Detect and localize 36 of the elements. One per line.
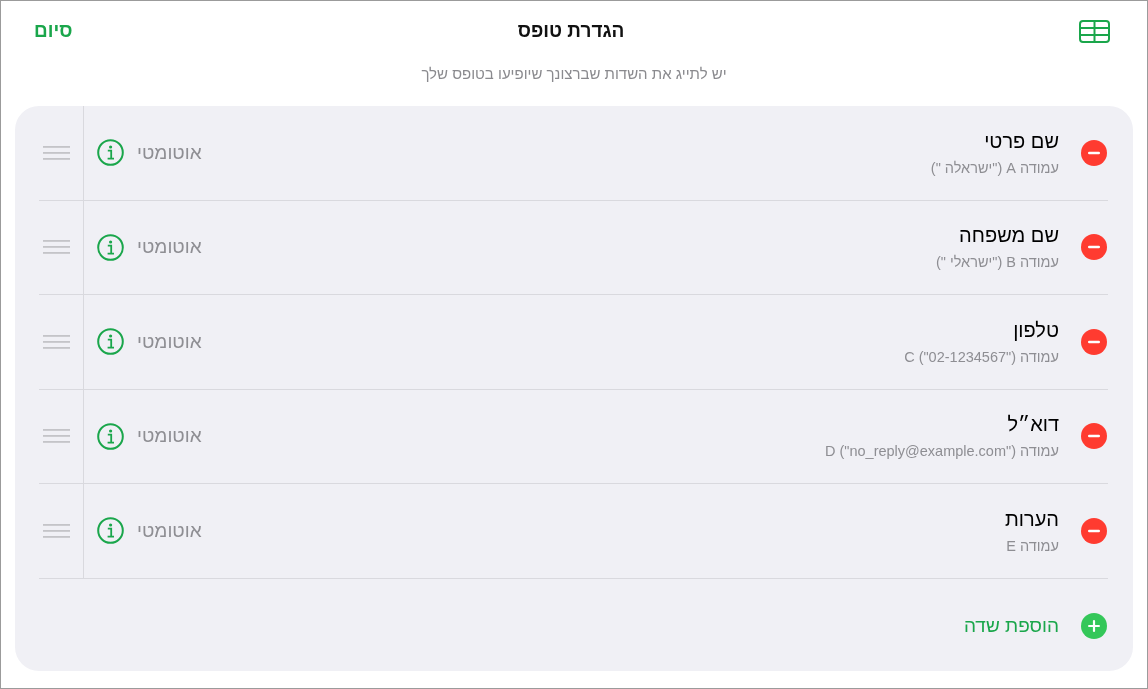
drag-handle-icon[interactable] bbox=[43, 240, 70, 255]
info-icon[interactable] bbox=[97, 422, 124, 450]
field-name: הערות bbox=[1005, 506, 1059, 531]
field-name: דוא״ל bbox=[1007, 412, 1059, 437]
table-icon[interactable] bbox=[1079, 19, 1110, 43]
field-format: אוטומטי bbox=[137, 330, 202, 353]
field-name: טלפון bbox=[1013, 317, 1059, 342]
field-column: עמודה B ("ישראלי ") bbox=[935, 253, 1059, 272]
drag-handle-icon[interactable] bbox=[43, 523, 70, 538]
drag-handle-icon[interactable] bbox=[43, 145, 70, 160]
minus-circle-icon[interactable] bbox=[1081, 328, 1107, 355]
info-icon[interactable] bbox=[97, 328, 124, 356]
field-column: עמודה C ("02-1234567") bbox=[904, 347, 1059, 366]
drag-handle-icon[interactable] bbox=[43, 334, 70, 349]
minus-circle-icon[interactable] bbox=[1081, 234, 1107, 261]
info-icon[interactable] bbox=[97, 139, 124, 167]
done-button[interactable]: סיום bbox=[32, 20, 75, 42]
minus-circle-icon[interactable] bbox=[1081, 423, 1107, 450]
field-format: אוטומטי bbox=[137, 519, 202, 542]
field-format: אוטומטי bbox=[137, 141, 202, 164]
field-format: אוטומטי bbox=[137, 425, 202, 448]
field-column: עמודה E bbox=[1006, 536, 1059, 555]
minus-circle-icon[interactable] bbox=[1081, 517, 1107, 544]
info-icon[interactable] bbox=[97, 517, 124, 545]
field-column: עמודה A ("ישראלה ") bbox=[930, 158, 1059, 177]
field-column: עמודה D ("no_reply@example.com") bbox=[824, 442, 1059, 461]
form-subtitle: יש לתייג את השדות שברצונך שיופיעו בטופס שלך bbox=[420, 64, 728, 84]
add-field-button[interactable]: הוספת שדה bbox=[963, 612, 1107, 639]
plus-circle-icon bbox=[1081, 612, 1107, 639]
form-title: הגדרת טופס bbox=[517, 20, 625, 42]
field-name: שם פרטי bbox=[984, 128, 1059, 153]
field-format: אוטומטי bbox=[137, 236, 202, 259]
info-icon[interactable] bbox=[97, 233, 124, 261]
field-name: שם משפחה bbox=[959, 223, 1059, 248]
minus-circle-icon[interactable] bbox=[1081, 139, 1107, 166]
drag-handle-icon[interactable] bbox=[43, 429, 70, 444]
